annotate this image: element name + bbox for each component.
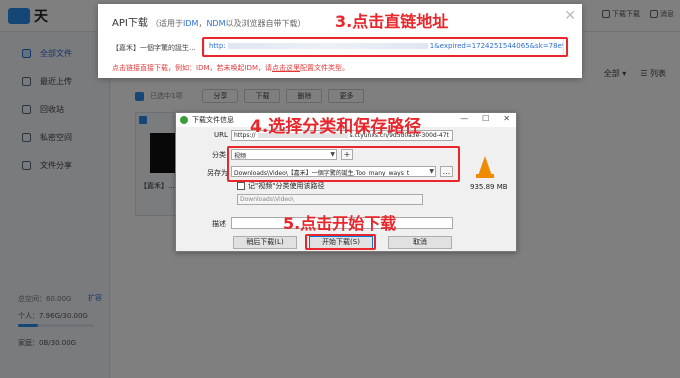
annotation-step4: 4.选择分类和保存路径 <box>250 117 422 137</box>
close-icon[interactable]: ✕ <box>503 114 510 123</box>
highlight-category-path <box>227 146 460 182</box>
configure-file-type-link[interactable]: 点击这里 <box>272 64 300 72</box>
remember-path-checkbox[interactable] <box>237 182 245 190</box>
hint-suffix: 以及浏览器自带下载） <box>225 19 306 28</box>
hint-ndm: NDM <box>206 19 226 28</box>
annotation-step3: 3.点击直链地址 <box>335 12 449 31</box>
idm-app-icon <box>180 116 188 124</box>
api-dialog-title: API下载 （适用于IDM，NDM以及浏览器自带下载） <box>112 14 305 29</box>
default-path-field: Downloads\Video\ <box>237 194 423 205</box>
annotation-step5: 5.点击开始下载 <box>283 214 397 233</box>
note-prefix: 点击链接直接下载，例如：IDM，若未唤起IDM，请 <box>112 64 272 72</box>
api-note: 点击链接直接下载，例如：IDM，若未唤起IDM，请点击这里配置文件类型。 <box>112 63 349 73</box>
api-title-text: API下载 <box>112 18 148 29</box>
download-later-button[interactable]: 稍后下载(L) <box>233 236 297 249</box>
remember-path-label: 记"视频"分类使用该路径 <box>248 182 325 190</box>
highlight-direct-link <box>202 37 568 57</box>
vlc-cone-icon <box>478 156 492 176</box>
file-size: 935.89 MB <box>470 183 508 191</box>
window-buttons: — ☐ ✕ <box>460 114 510 123</box>
vlc-cone-base <box>476 174 494 178</box>
maximize-icon[interactable]: ☐ <box>482 114 489 123</box>
cancel-button[interactable]: 取消 <box>388 236 452 249</box>
dialog-title: 下载文件信息 <box>192 116 234 124</box>
api-title-hint: （适用于IDM，NDM以及浏览器自带下载） <box>151 19 305 28</box>
hint-prefix: （适用于 <box>151 19 184 28</box>
api-file-label: 【嘉禾】一個字驚的誕生... <box>112 44 196 52</box>
category-label: 分类 <box>212 151 226 159</box>
minimize-icon[interactable]: — <box>460 114 468 123</box>
save-as-label: 另存为 <box>207 169 228 177</box>
hint-idm: IDM <box>183 19 199 28</box>
close-icon[interactable]: ✕ <box>564 8 576 24</box>
highlight-start-button <box>305 234 376 250</box>
description-label: 描述 <box>212 220 226 228</box>
url-label: URL <box>214 131 228 139</box>
note-suffix: 配置文件类型。 <box>300 64 349 72</box>
